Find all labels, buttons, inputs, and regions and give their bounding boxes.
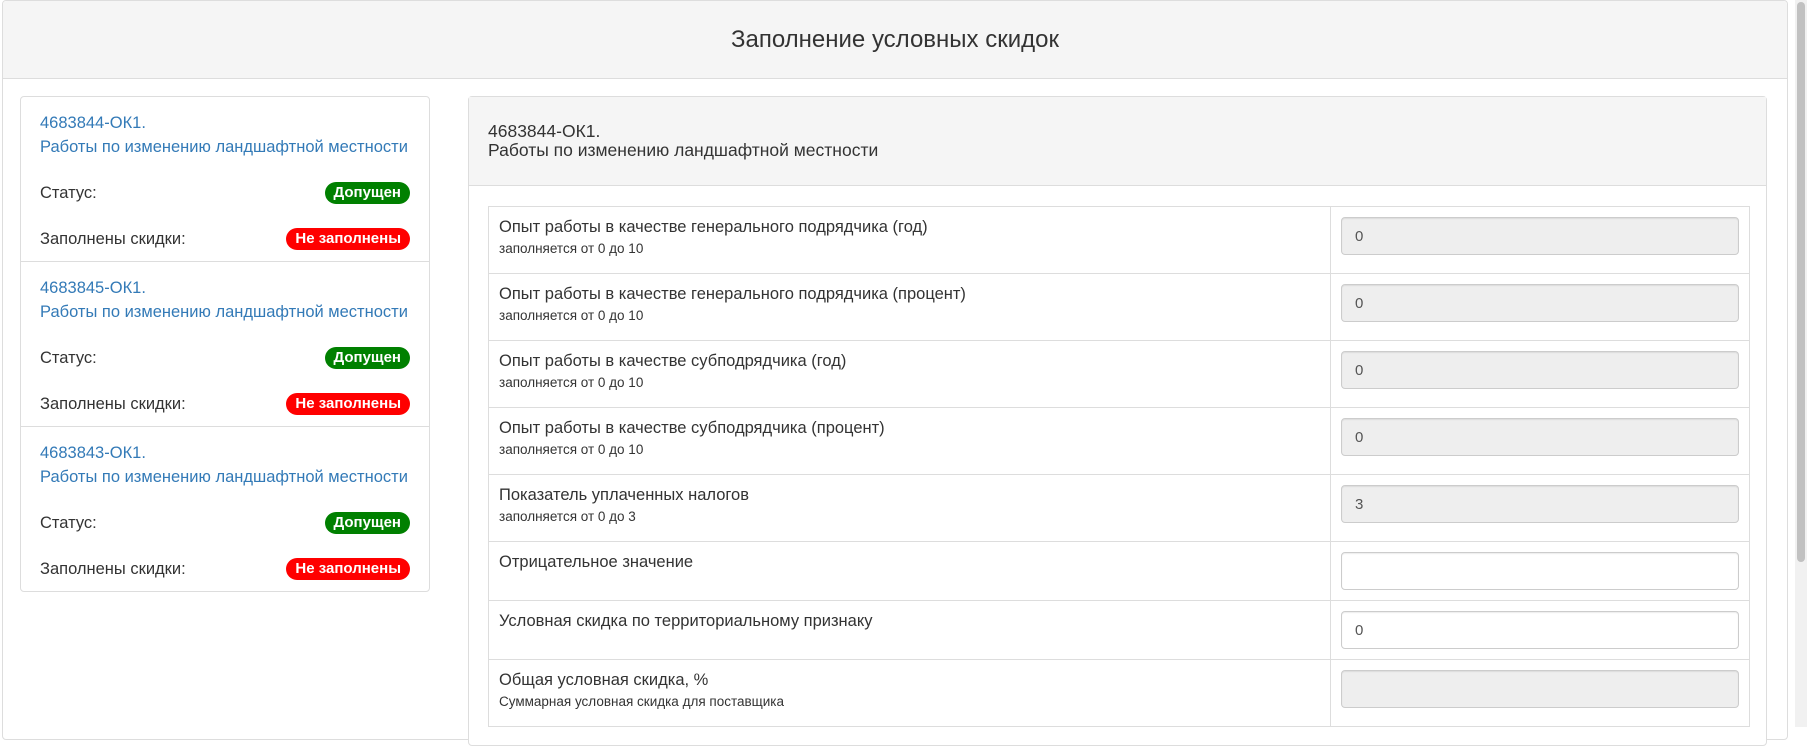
negative-value-input[interactable] (1341, 552, 1739, 590)
form-row: Отрицательное значение (488, 541, 1750, 601)
tender-discount-row: Заполнены скидки: Не заполнены (40, 557, 410, 581)
discount-filled-badge: Не заполнены (286, 228, 410, 250)
label-cell: Опыт работы в качестве генерального подр… (488, 273, 1331, 341)
gen-contractor-percent-input[interactable] (1341, 284, 1739, 322)
tender-list-item[interactable]: 4683844-ОК1. Работы по изменению ландшаф… (21, 97, 429, 262)
tender-name-link[interactable]: Работы по изменению ландшафтной местност… (40, 465, 410, 489)
status-badge: Допущен (324, 182, 410, 204)
field-hint: заполняется от 0 до 10 (499, 375, 644, 390)
discount-filled-label: Заполнены скидки: (40, 229, 186, 248)
field-label: Опыт работы в качестве субподрядчика (пр… (499, 419, 885, 437)
tender-status-row: Статус: Допущен (40, 511, 410, 535)
taxes-paid-input[interactable] (1341, 485, 1739, 523)
label-cell: Условная скидка по территориальному приз… (488, 600, 1331, 660)
field-label: Опыт работы в качестве генерального подр… (499, 218, 928, 236)
status-label: Статус: (40, 348, 97, 367)
scrollbar-thumb[interactable] (1797, 2, 1805, 562)
tender-name-link[interactable]: Работы по изменению ландшафтной местност… (40, 300, 410, 324)
discount-filled-label: Заполнены скидки: (40, 559, 186, 578)
subcontractor-percent-input[interactable] (1341, 418, 1739, 456)
tender-discount-row: Заполнены скидки: Не заполнены (40, 227, 410, 251)
territorial-discount-input[interactable] (1341, 611, 1739, 649)
label-cell: Отрицательное значение (488, 541, 1331, 601)
tender-name-link[interactable]: Работы по изменению ландшафтной местност… (40, 135, 410, 159)
tender-list: 4683844-ОК1. Работы по изменению ландшаф… (20, 96, 430, 592)
field-label: Отрицательное значение (499, 553, 694, 571)
input-cell (1330, 407, 1750, 475)
label-cell: Показатель уплаченных налогов заполняетс… (488, 474, 1331, 542)
field-hint: Суммарная условная скидка для поставщика (499, 694, 785, 709)
input-cell (1330, 206, 1750, 274)
status-badge: Допущен (324, 512, 410, 534)
page-scrollbar[interactable] (1795, 0, 1807, 727)
input-cell (1330, 600, 1750, 660)
tender-code-link[interactable]: 4683844-ОК1. (40, 111, 410, 135)
field-label: Общая условная скидка, % (499, 671, 709, 689)
status-label: Статус: (40, 513, 97, 532)
input-cell (1330, 541, 1750, 601)
input-cell (1330, 340, 1750, 408)
tender-code-link[interactable]: 4683845-ОК1. (40, 276, 410, 300)
gen-contractor-years-input[interactable] (1341, 217, 1739, 255)
field-hint: заполняется от 0 до 10 (499, 442, 644, 457)
tender-status-row: Статус: Допущен (40, 181, 410, 205)
total-discount-input[interactable] (1341, 670, 1739, 708)
form-row: Общая условная скидка, % Суммарная услов… (488, 659, 1750, 727)
discount-filled-badge: Не заполнены (286, 393, 410, 415)
input-cell (1330, 659, 1750, 727)
tender-list-item[interactable]: 4683845-ОК1. Работы по изменению ландшаф… (21, 262, 429, 427)
page-title: Заполнение условных скидок (731, 25, 1059, 53)
form-row: Опыт работы в качестве генерального подр… (488, 273, 1750, 341)
tender-discount-row: Заполнены скидки: Не заполнены (40, 392, 410, 416)
discount-filled-label: Заполнены скидки: (40, 394, 186, 413)
form-row: Опыт работы в качестве субподрядчика (го… (488, 340, 1750, 408)
tender-status-row: Статус: Допущен (40, 346, 410, 370)
field-label: Показатель уплаченных налогов (499, 486, 749, 504)
label-cell: Опыт работы в качестве субподрядчика (го… (488, 340, 1331, 408)
status-badge: Допущен (324, 347, 410, 369)
detail-name: Работы по изменению ландшафтной местност… (488, 140, 879, 160)
status-label: Статус: (40, 183, 97, 202)
label-cell: Опыт работы в качестве генерального подр… (488, 206, 1331, 274)
input-cell (1330, 474, 1750, 542)
input-cell (1330, 273, 1750, 341)
tender-detail-panel: 4683844-ОК1. Работы по изменению ландшаф… (468, 96, 1767, 746)
field-label: Опыт работы в качестве генерального подр… (499, 285, 966, 303)
tender-code-link[interactable]: 4683843-ОК1. (40, 441, 410, 465)
page-header: Заполнение условных скидок (3, 1, 1787, 79)
field-hint: заполняется от 0 до 3 (499, 509, 636, 524)
label-cell: Опыт работы в качестве субподрядчика (пр… (488, 407, 1331, 475)
discount-form-table: Опыт работы в качестве генерального подр… (488, 206, 1750, 727)
label-cell: Общая условная скидка, % Суммарная услов… (488, 659, 1331, 727)
tender-list-item[interactable]: 4683843-ОК1. Работы по изменению ландшаф… (21, 427, 429, 591)
field-label: Условная скидка по территориальному приз… (499, 612, 873, 630)
form-row: Показатель уплаченных налогов заполняетс… (488, 474, 1750, 542)
detail-code: 4683844-ОК1. (488, 121, 601, 141)
discount-filled-badge: Не заполнены (286, 558, 410, 580)
form-row: Опыт работы в качестве субподрядчика (пр… (488, 407, 1750, 475)
detail-heading: 4683844-ОК1. Работы по изменению ландшаф… (469, 97, 1766, 186)
field-hint: заполняется от 0 до 10 (499, 308, 644, 323)
form-row: Опыт работы в качестве генерального подр… (488, 206, 1750, 274)
field-hint: заполняется от 0 до 10 (499, 241, 644, 256)
form-row: Условная скидка по территориальному приз… (488, 600, 1750, 660)
subcontractor-years-input[interactable] (1341, 351, 1739, 389)
field-label: Опыт работы в качестве субподрядчика (го… (499, 352, 847, 370)
